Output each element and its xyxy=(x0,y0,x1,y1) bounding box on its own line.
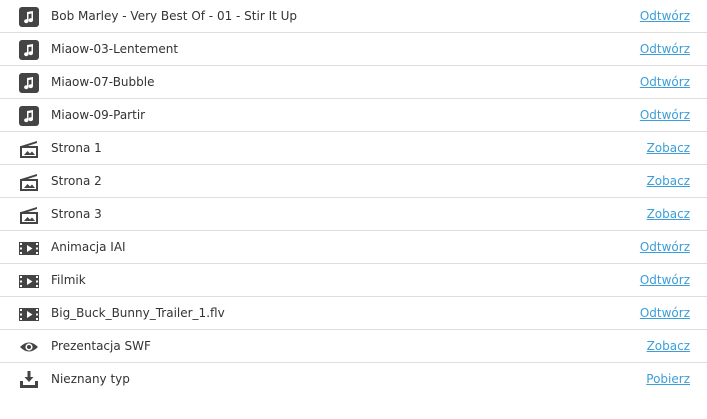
video-icon xyxy=(19,238,39,258)
music-note-icon xyxy=(19,40,39,60)
view-link[interactable]: Zobacz xyxy=(647,132,690,164)
webpage-icon xyxy=(19,205,39,225)
file-row-page: Strona 2 Zobacz xyxy=(0,165,707,198)
video-icon xyxy=(19,304,39,324)
file-name: Miaow-09-Partir xyxy=(51,108,146,122)
play-link[interactable]: Odtwórz xyxy=(640,66,690,98)
file-row-music: Miaow-09-Partir Odtwórz xyxy=(0,99,707,132)
webpage-icon xyxy=(19,139,39,159)
play-link[interactable]: Odtwórz xyxy=(640,0,690,32)
play-link[interactable]: Odtwórz xyxy=(640,33,690,65)
file-name: Strona 3 xyxy=(51,207,102,221)
download-icon xyxy=(19,370,39,390)
play-link[interactable]: Odtwórz xyxy=(640,297,690,329)
play-link[interactable]: Odtwórz xyxy=(640,231,690,263)
file-name: Strona 1 xyxy=(51,141,102,155)
file-name: Miaow-07-Bubble xyxy=(51,75,155,89)
video-icon xyxy=(19,271,39,291)
file-row-music: Miaow-07-Bubble Odtwórz xyxy=(0,66,707,99)
file-row-video: Animacja IAI Odtwórz xyxy=(0,231,707,264)
file-name: Bob Marley - Very Best Of - 01 - Stir It… xyxy=(51,9,298,23)
eye-icon xyxy=(19,337,39,357)
play-link[interactable]: Odtwórz xyxy=(640,99,690,131)
file-name: Strona 2 xyxy=(51,174,102,188)
file-name: Filmik xyxy=(51,273,86,287)
view-link[interactable]: Zobacz xyxy=(647,330,690,362)
file-name: Nieznany typ xyxy=(51,372,130,386)
download-link[interactable]: Pobierz xyxy=(646,363,690,395)
view-link[interactable]: Zobacz xyxy=(647,198,690,230)
file-name: Big_Buck_Bunny_Trailer_1.flv xyxy=(51,306,225,320)
music-note-icon xyxy=(19,106,39,126)
view-link[interactable]: Zobacz xyxy=(647,165,690,197)
file-row-video: Filmik Odtwórz xyxy=(0,264,707,297)
file-row-music: Bob Marley - Very Best Of - 01 - Stir It… xyxy=(0,0,707,33)
file-row-page: Strona 1 Zobacz xyxy=(0,132,707,165)
play-link[interactable]: Odtwórz xyxy=(640,264,690,296)
webpage-icon xyxy=(19,172,39,192)
file-row-video: Big_Buck_Bunny_Trailer_1.flv Odtwórz xyxy=(0,297,707,330)
file-name: Animacja IAI xyxy=(51,240,126,254)
file-row-music: Miaow-03-Lentement Odtwórz xyxy=(0,33,707,66)
file-row-unknown: Nieznany typ Pobierz xyxy=(0,363,707,396)
file-name: Miaow-03-Lentement xyxy=(51,42,179,56)
file-list: Bob Marley - Very Best Of - 01 - Stir It… xyxy=(0,0,707,396)
file-row-swf: Prezentacja SWF Zobacz xyxy=(0,330,707,363)
music-note-icon xyxy=(19,73,39,93)
music-note-icon xyxy=(19,7,39,27)
file-row-page: Strona 3 Zobacz xyxy=(0,198,707,231)
file-name: Prezentacja SWF xyxy=(51,339,151,353)
